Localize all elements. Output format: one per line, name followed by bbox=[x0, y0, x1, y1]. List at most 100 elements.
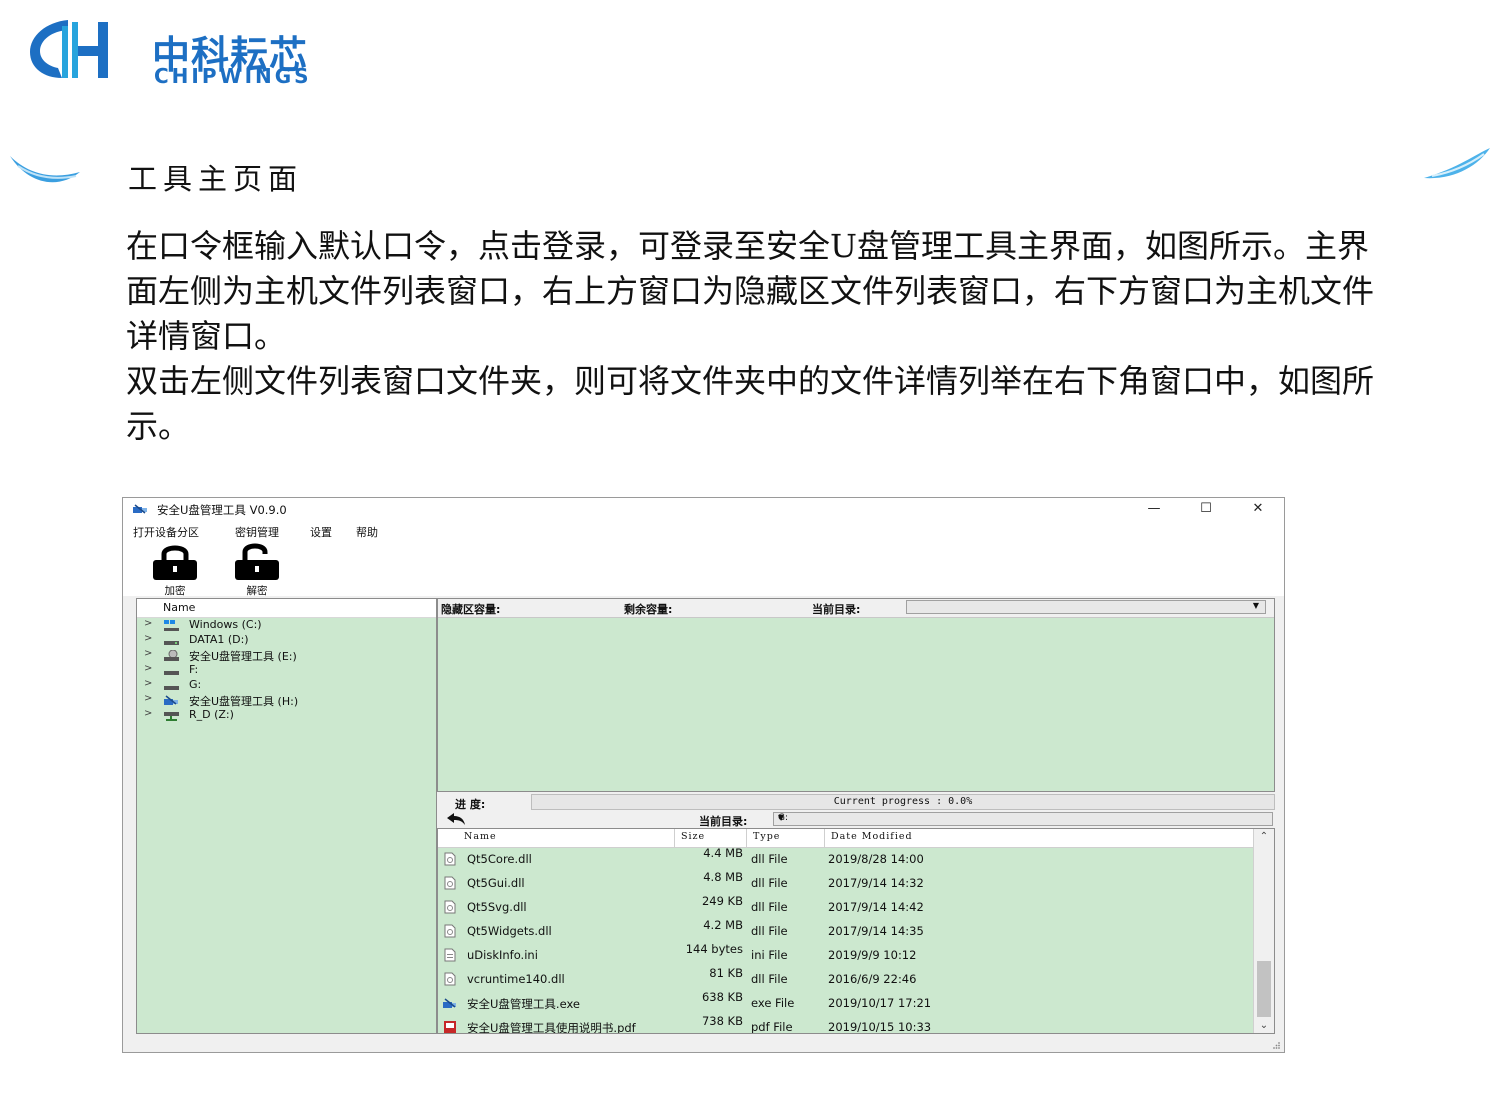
tree-item-drive-f[interactable]: > F: bbox=[137, 663, 436, 678]
file-name: 安全U盘管理工具使用说明书.pdf bbox=[467, 1021, 636, 1034]
encrypt-button[interactable]: 加密 bbox=[147, 542, 203, 597]
file-date: 2019/9/9 10:12 bbox=[828, 948, 917, 962]
expand-chevron-icon[interactable]: > bbox=[144, 618, 152, 629]
host-current-dir-select[interactable]: G: ▼ bbox=[773, 812, 1273, 826]
encrypt-label: 加密 bbox=[164, 585, 186, 597]
scrollbar-thumb[interactable] bbox=[1257, 961, 1271, 1017]
windows-drive-icon bbox=[164, 620, 179, 631]
tree-item-label: R_D (Z:) bbox=[189, 708, 234, 721]
resize-grip-icon[interactable] bbox=[1272, 1041, 1281, 1050]
file-type: ini File bbox=[751, 948, 788, 962]
menu-open-partition[interactable]: 打开设备分区 bbox=[133, 524, 199, 540]
file-name: Qt5Gui.dll bbox=[467, 876, 525, 890]
close-button[interactable]: ✕ bbox=[1243, 500, 1273, 518]
progress-row: 进 度: Current progress : 0.0% bbox=[437, 794, 1275, 811]
remaining-capacity-label: 剩余容量: bbox=[624, 603, 673, 616]
disk-drive-icon bbox=[164, 686, 179, 690]
file-size: 4.4 MB bbox=[703, 846, 743, 860]
decorative-swoosh-left bbox=[10, 156, 80, 183]
hidden-area-file-list: 隐藏区容量: 剩余容量: 当前目录: ▼ bbox=[437, 598, 1275, 792]
tree-item-label: F: bbox=[189, 663, 199, 676]
cd-drive-icon bbox=[164, 650, 179, 661]
host-current-dir-label: 当前目录: bbox=[699, 815, 748, 828]
file-type: exe File bbox=[751, 996, 795, 1010]
table-row[interactable]: 安全U盘管理工具使用说明书.pdf 738 KB pdf File 2019/10/1… bbox=[438, 1014, 1254, 1034]
hidden-current-dir-label: 当前目录: bbox=[812, 603, 861, 616]
vertical-scrollbar[interactable]: ⌃ ⌄ bbox=[1253, 829, 1274, 1033]
file-date: 2019/10/15 10:33 bbox=[828, 1020, 932, 1034]
minimize-button[interactable]: — bbox=[1139, 500, 1169, 518]
pdf-file-icon bbox=[443, 1020, 457, 1033]
network-drive-icon bbox=[164, 712, 179, 721]
file-type: dll File bbox=[751, 924, 788, 938]
table-row[interactable]: Qt5Gui.dll 4.8 MB dll File 2017/9/14 14:32 bbox=[438, 870, 1254, 895]
lock-closed-icon bbox=[153, 545, 197, 580]
menu-key-management[interactable]: 密钥管理 bbox=[235, 524, 279, 540]
file-size: 638 KB bbox=[701, 990, 743, 1004]
table-row[interactable]: uDiskInfo.ini 144 bytes ini File 2019/9/9 1… bbox=[438, 942, 1254, 967]
slide-paragraph-1: 在口令框输入默认口令，点击登录，可登录至安全U盘管理工具主界面，如图所示。主界面… bbox=[126, 227, 1375, 355]
file-name: 安全U盘管理工具.exe bbox=[467, 997, 580, 1011]
table-header: Name Size Type Date Modified bbox=[438, 829, 1254, 848]
host-file-detail-table: Name Size Type Date Modified Qt5Core.dll… bbox=[437, 828, 1275, 1034]
file-type: dll File bbox=[751, 900, 788, 914]
dll-file-icon bbox=[443, 876, 457, 890]
tree-item-drive-c[interactable]: > Windows (C:) bbox=[137, 618, 436, 633]
file-size: 249 KB bbox=[701, 894, 743, 908]
dll-file-icon bbox=[443, 972, 457, 986]
dll-file-icon bbox=[443, 852, 457, 866]
app-usb-icon bbox=[164, 695, 178, 705]
progress-bar: Current progress : 0.0% bbox=[531, 794, 1275, 810]
expand-chevron-icon[interactable]: > bbox=[144, 663, 152, 674]
menu-settings[interactable]: 设置 bbox=[310, 524, 332, 540]
lock-open-icon bbox=[235, 543, 279, 580]
tree-item-drive-h[interactable]: > 安全U盘管理工具 (H:) bbox=[137, 693, 436, 708]
file-name: Qt5Core.dll bbox=[467, 852, 532, 866]
expand-chevron-icon[interactable]: > bbox=[144, 708, 152, 719]
hidden-current-dir-select[interactable]: ▼ bbox=[906, 600, 1266, 614]
expand-chevron-icon[interactable]: > bbox=[144, 633, 152, 644]
decrypt-button[interactable]: 解密 bbox=[229, 542, 285, 597]
dll-file-icon bbox=[443, 900, 457, 914]
expand-chevron-icon[interactable]: > bbox=[144, 648, 152, 659]
chevron-down-icon: ▼ bbox=[778, 813, 785, 822]
table-row[interactable]: Qt5Svg.dll 249 KB dll File 2017/9/14 14:42 bbox=[438, 894, 1254, 919]
column-header-type[interactable]: Type bbox=[747, 829, 825, 847]
table-row[interactable]: Qt5Widgets.dll 4.2 MB dll File 2017/9/14 14… bbox=[438, 918, 1254, 943]
tree-header[interactable]: Name bbox=[137, 599, 436, 618]
tree-item-label: 安全U盘管理工具 (H:) bbox=[189, 695, 299, 708]
dll-file-icon bbox=[443, 924, 457, 938]
column-header-size[interactable]: Size bbox=[675, 829, 747, 847]
tree-item-drive-z[interactable]: > R_D (Z:) bbox=[137, 708, 436, 723]
hidden-capacity-label: 隐藏区容量: bbox=[441, 603, 501, 616]
expand-chevron-icon[interactable]: > bbox=[144, 693, 152, 704]
tree-item-drive-e[interactable]: > 安全U盘管理工具 (E:) bbox=[137, 648, 436, 663]
table-body: Qt5Core.dll 4.4 MB dll File 2019/8/28 14:00… bbox=[438, 846, 1254, 1034]
file-name: Qt5Widgets.dll bbox=[467, 924, 552, 938]
scroll-up-icon[interactable]: ⌃ bbox=[1254, 831, 1274, 842]
disk-drive-icon bbox=[164, 671, 179, 675]
title-bar[interactable]: 安全U盘管理工具 V0.9.0 — ☐ ✕ bbox=[123, 498, 1284, 520]
expand-chevron-icon[interactable]: > bbox=[144, 678, 152, 689]
app-usb-icon bbox=[133, 504, 147, 514]
tree-item-label: G: bbox=[189, 678, 202, 691]
scroll-down-icon[interactable]: ⌄ bbox=[1254, 1020, 1274, 1031]
table-row[interactable]: Qt5Core.dll 4.4 MB dll File 2019/8/28 14:00 bbox=[438, 846, 1254, 871]
tree-item-label: Windows (C:) bbox=[189, 618, 262, 631]
tree-item-label: 安全U盘管理工具 (E:) bbox=[189, 650, 297, 663]
file-type: dll File bbox=[751, 972, 788, 986]
table-row[interactable]: 安全U盘管理工具.exe 638 KB exe File 2019/10/17 17:… bbox=[438, 990, 1254, 1015]
column-header-date[interactable]: Date Modified bbox=[825, 829, 1254, 847]
back-arrow-icon[interactable] bbox=[445, 812, 467, 826]
file-size: 738 KB bbox=[701, 1014, 743, 1028]
decrypt-label: 解密 bbox=[246, 585, 268, 597]
maximize-button[interactable]: ☐ bbox=[1191, 500, 1221, 518]
tree-item-drive-g[interactable]: > G: bbox=[137, 678, 436, 693]
tree-item-drive-d[interactable]: > DATA1 (D:) bbox=[137, 633, 436, 648]
table-row[interactable]: vcruntime140.dll 81 KB dll File 2016/6/9 22… bbox=[438, 966, 1254, 991]
column-header-name[interactable]: Name bbox=[438, 829, 675, 847]
slide-body: 在口令框输入默认口令，点击登录，可登录至安全U盘管理工具主界面，如图所示。主界面… bbox=[126, 224, 1396, 449]
menu-help[interactable]: 帮助 bbox=[356, 524, 378, 540]
progress-label: 进 度: bbox=[455, 798, 486, 811]
host-file-tree: Name > Windows (C:) > DATA1 (D:) > 安全U盘管… bbox=[136, 598, 437, 1034]
